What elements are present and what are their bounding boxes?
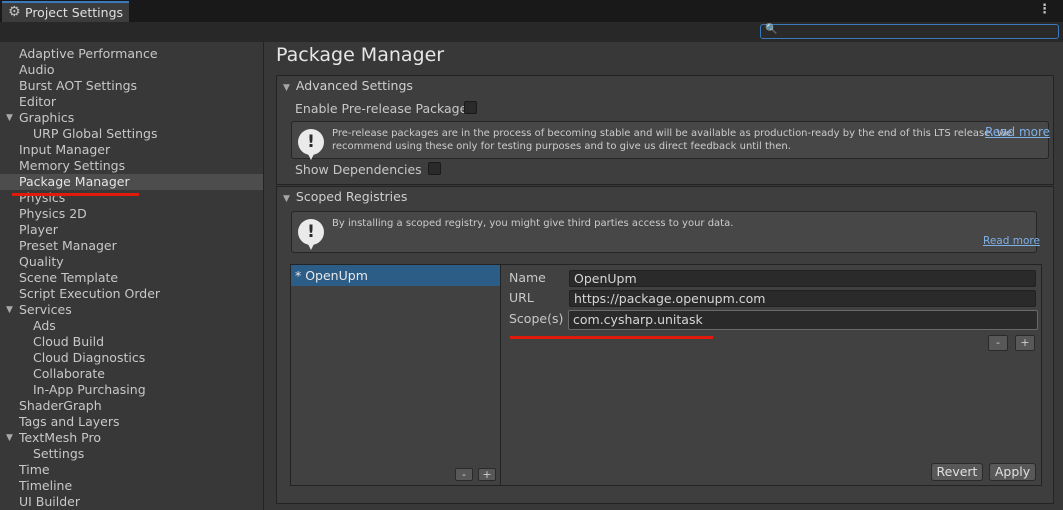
scoped-help-text: By installing a scoped registry, you mig… (332, 218, 734, 229)
remove-scope-button[interactable]: - (988, 335, 1008, 351)
foldout-arrow-icon: ▼ (283, 83, 290, 93)
tab-title: Project Settings (25, 5, 124, 20)
more-options-icon[interactable]: ⋮ (1038, 2, 1051, 17)
scoped-registries-foldout: ▼ Scoped Registries ! By installing a sco… (276, 186, 1054, 504)
show-dependencies-label: Show Dependencies (295, 162, 422, 177)
sidebar-item-textmesh-pro[interactable]: ▼ TextMesh Pro (0, 430, 263, 446)
sidebar-item-in-app-purchasing[interactable]: In-App Purchasing (0, 382, 263, 398)
registry-details: Name OpenUpm URL https://package.openupm… (500, 264, 1042, 486)
remove-registry-button[interactable]: - (455, 468, 473, 481)
revert-button[interactable]: Revert (931, 463, 983, 481)
show-dependencies-checkbox[interactable] (428, 162, 441, 175)
prerelease-checkbox[interactable] (464, 101, 477, 114)
search-icon: 🔍 (765, 24, 778, 35)
sidebar-item-ads[interactable]: Ads (0, 318, 263, 334)
sidebar-item-adaptive-performance[interactable]: Adaptive Performance (0, 46, 263, 62)
sidebar-item-ui-builder[interactable]: UI Builder (0, 494, 263, 510)
name-field[interactable]: OpenUpm (569, 270, 1036, 287)
sidebar-item-script-execution-order[interactable]: Script Execution Order (0, 286, 263, 302)
sidebar-item-package-manager[interactable]: Package Manager (0, 174, 263, 190)
sidebar-item-cloud-build[interactable]: Cloud Build (0, 334, 263, 350)
sidebar-item-input-manager[interactable]: Input Manager (0, 142, 263, 158)
name-label: Name (509, 270, 546, 285)
sidebar-item-graphics[interactable]: ▼ Graphics (0, 110, 263, 126)
sidebar-item-textmesh-settings[interactable]: Settings (0, 446, 263, 462)
expanded-arrow-icon[interactable]: ▼ (6, 110, 13, 126)
scopes-label: Scope(s) (509, 311, 564, 326)
read-more-link[interactable]: Read more (985, 125, 1050, 139)
sidebar-item-preset-manager[interactable]: Preset Manager (0, 238, 263, 254)
annotation-underline-package-manager (12, 193, 139, 196)
sidebar-item-physics-2d[interactable]: Physics 2D (0, 206, 263, 222)
expanded-arrow-icon[interactable]: ▼ (6, 302, 13, 318)
foldout-arrow-icon: ▼ (283, 194, 290, 204)
warning-icon: ! (298, 219, 324, 250)
gear-icon: ⚙ (8, 4, 21, 20)
sidebar-item-quality[interactable]: Quality (0, 254, 263, 270)
settings-sidebar: Adaptive Performance Audio Burst AOT Set… (0, 42, 264, 510)
sidebar-item-time[interactable]: Time (0, 462, 263, 478)
expanded-arrow-icon[interactable]: ▼ (6, 430, 13, 446)
sidebar-item-tags-and-layers[interactable]: Tags and Layers (0, 414, 263, 430)
registry-list: * OpenUpm - + (290, 264, 501, 486)
sidebar-item-shadergraph[interactable]: ShaderGraph (0, 398, 263, 414)
sidebar-item-services[interactable]: ▼ Services (0, 302, 263, 318)
sidebar-item-burst-aot-settings[interactable]: Burst AOT Settings (0, 78, 263, 94)
sidebar-item-timeline[interactable]: Timeline (0, 478, 263, 494)
project-settings-tab[interactable]: ⚙ Project Settings (2, 1, 129, 22)
sidebar-item-editor[interactable]: Editor (0, 94, 263, 110)
add-registry-button[interactable]: + (478, 468, 496, 481)
sidebar-item-collaborate[interactable]: Collaborate (0, 366, 263, 382)
help-text-line-2: recommend using these only for testing p… (332, 141, 791, 152)
annotation-underline-scope (510, 336, 713, 339)
prerelease-help-box: ! Pre-release packages are in the proces… (291, 121, 1050, 160)
warning-icon: ! (298, 129, 324, 160)
prerelease-label: Enable Pre-release Packages (295, 101, 474, 116)
search-input[interactable]: 🔍 (760, 24, 1059, 39)
read-more-link[interactable]: Read more (983, 235, 1040, 247)
scope-field[interactable]: com.cysharp.unitask (568, 310, 1038, 330)
apply-button[interactable]: Apply (989, 463, 1036, 481)
scoped-registry-help-box: ! By installing a scoped registry, you m… (291, 211, 1040, 253)
search-row: 🔍 (0, 22, 1063, 42)
scoped-registries-header[interactable]: ▼ Scoped Registries (283, 189, 407, 204)
help-text-line-1: Pre-release packages are in the process … (332, 128, 1013, 139)
settings-content: Package Manager ▼ Advanced Settings Enabl… (264, 42, 1063, 510)
sidebar-item-scene-template[interactable]: Scene Template (0, 270, 263, 286)
registry-list-item[interactable]: * OpenUpm (291, 265, 500, 286)
add-scope-button[interactable]: + (1015, 335, 1035, 351)
sidebar-item-player[interactable]: Player (0, 222, 263, 238)
sidebar-item-audio[interactable]: Audio (0, 62, 263, 78)
advanced-settings-header[interactable]: ▼ Advanced Settings (283, 78, 413, 93)
url-field[interactable]: https://package.openupm.com (569, 290, 1036, 307)
sidebar-item-cloud-diagnostics[interactable]: Cloud Diagnostics (0, 350, 263, 366)
sidebar-item-urp-global-settings[interactable]: URP Global Settings (0, 126, 263, 142)
window-tab-bar: ⚙ Project Settings ⋮ (0, 0, 1063, 22)
page-title: Package Manager (276, 44, 445, 66)
advanced-settings-foldout: ▼ Advanced Settings Enable Pre-release Pa… (276, 75, 1054, 185)
sidebar-item-memory-settings[interactable]: Memory Settings (0, 158, 263, 174)
url-label: URL (509, 290, 534, 305)
